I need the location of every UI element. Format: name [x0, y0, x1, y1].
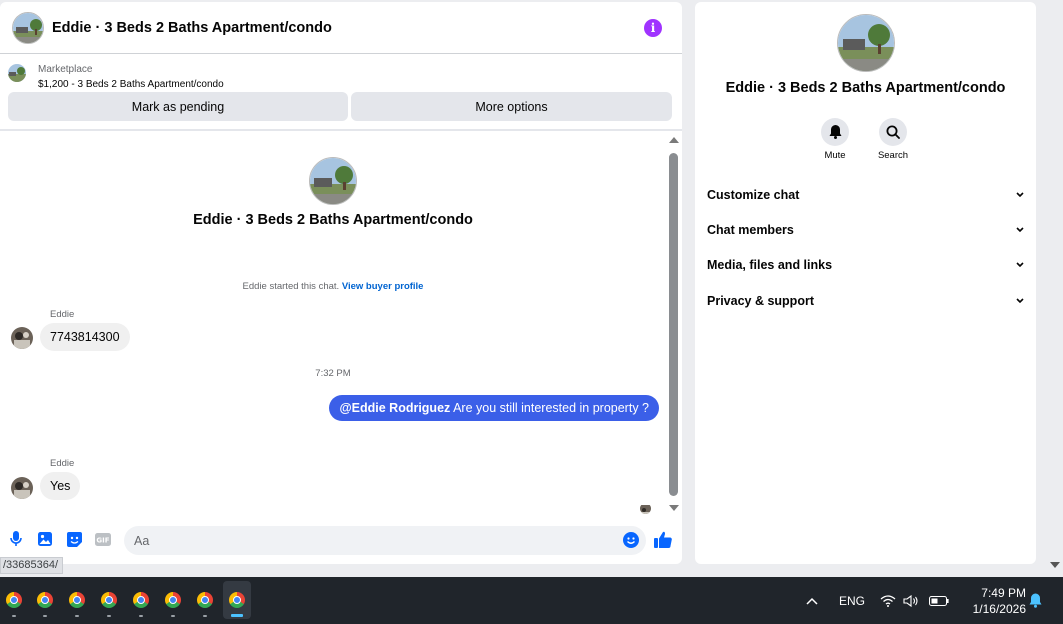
message-bubble-incoming[interactable]: 7743814300: [40, 323, 130, 351]
message-text: Are you still interested in property ?: [450, 401, 649, 415]
emoji-icon[interactable]: [623, 532, 639, 548]
taskbar-chrome-window[interactable]: [63, 581, 91, 619]
listing-actions: Mark as pending More options: [0, 92, 682, 121]
chrome-icon: [37, 592, 53, 608]
taskbar-chrome-window[interactable]: [191, 581, 219, 619]
section-privacy-support[interactable]: Privacy & support: [707, 289, 1025, 313]
section-media-files-links[interactable]: Media, files and links: [707, 253, 1025, 277]
message-timestamp: 7:32 PM: [315, 368, 351, 379]
show-hidden-icons-chevron-up-icon[interactable]: [806, 577, 818, 624]
taskbar-chrome-window-active[interactable]: [223, 581, 251, 619]
section-label: Media, files and links: [707, 258, 833, 272]
listing-avatar[interactable]: [12, 11, 44, 44]
section-customize-chat[interactable]: Customize chat: [707, 183, 1025, 207]
listing-summary[interactable]: Marketplace $1,200 - 3 Beds 2 Baths Apar…: [0, 54, 682, 92]
thread-scrollbar[interactable]: [666, 131, 682, 519]
microphone-icon[interactable]: [7, 530, 25, 548]
scroll-down-arrow[interactable]: [669, 505, 679, 511]
search-label: Search: [877, 150, 909, 161]
gif-icon[interactable]: GIF: [94, 530, 112, 548]
message-input[interactable]: [124, 526, 646, 555]
page-scroll-down-arrow[interactable]: [1050, 562, 1060, 568]
taskbar-chrome-window[interactable]: [31, 581, 59, 619]
chat-title: Eddie · 3 Beds 2 Baths Apartment/condo: [52, 19, 332, 36]
sender-name: Eddie: [50, 309, 75, 320]
info-title: Eddie · 3 Beds 2 Baths Apartment/condo: [725, 80, 1006, 96]
message-bubble-incoming[interactable]: Yes: [40, 472, 81, 500]
message-bubble-outgoing[interactable]: @Eddie Rodriguez Are you still intereste…: [329, 395, 659, 421]
mute-button[interactable]: Mute: [805, 118, 865, 161]
chevron-down-icon: [1015, 190, 1025, 200]
chat-header: Eddie · 3 Beds 2 Baths Apartment/condo i: [0, 2, 682, 54]
view-buyer-profile-link[interactable]: View buyer profile: [342, 281, 424, 292]
svg-text:GIF: GIF: [96, 536, 109, 544]
bell-icon: [821, 118, 849, 146]
section-chat-members[interactable]: Chat members: [707, 218, 1025, 242]
chevron-down-icon: [1015, 225, 1025, 235]
chrome-icon: [101, 592, 117, 608]
message-composer: GIF: [0, 522, 682, 558]
section-label: Chat members: [707, 223, 794, 237]
more-options-button[interactable]: More options: [351, 92, 672, 121]
mention[interactable]: @Eddie Rodriguez: [339, 401, 450, 415]
system-clock[interactable]: 7:49 PM 1/16/2026: [960, 585, 1026, 617]
avatar[interactable]: [11, 477, 33, 499]
section-label: Customize chat: [707, 188, 800, 202]
language-indicator[interactable]: ENG: [839, 577, 865, 624]
mute-label: Mute: [824, 150, 846, 161]
volume-icon[interactable]: [903, 577, 919, 624]
intro-note-text: Eddie started this chat.: [242, 281, 340, 292]
taskbar-chrome-window[interactable]: [0, 581, 28, 619]
chat-info-panel: Eddie · 3 Beds 2 Baths Apartment/condo M…: [695, 2, 1036, 564]
listing-thumbnail: [8, 64, 26, 82]
battery-icon[interactable]: [929, 577, 949, 624]
scroll-up-arrow[interactable]: [669, 137, 679, 143]
status-url: /33685364/: [0, 557, 64, 574]
chrome-icon: [133, 592, 149, 608]
mark-as-pending-button[interactable]: Mark as pending: [8, 92, 348, 121]
intro-title: Eddie · 3 Beds 2 Baths Apartment/condo: [193, 212, 473, 228]
info-avatar[interactable]: [837, 14, 895, 72]
scroll-thumb[interactable]: [669, 153, 678, 496]
chrome-icon: [165, 592, 181, 608]
taskbar: ENG 7:49 PM 1/16/2026: [0, 577, 1063, 624]
listing-source: Marketplace: [38, 64, 93, 75]
search-icon: [879, 118, 907, 146]
info-icon[interactable]: i: [644, 18, 662, 37]
taskbar-chrome-window[interactable]: [127, 581, 155, 619]
chrome-icon: [69, 592, 85, 608]
chevron-down-icon: [1015, 260, 1025, 270]
search-button[interactable]: Search: [863, 118, 923, 161]
notification-bell-icon[interactable]: [1029, 577, 1042, 624]
chrome-icon: [229, 592, 245, 608]
clock-time: 7:49 PM: [981, 586, 1026, 600]
sticker-icon[interactable]: [65, 530, 83, 548]
taskbar-chrome-window[interactable]: [95, 581, 123, 619]
clock-date: 1/16/2026: [972, 602, 1026, 616]
wifi-icon[interactable]: [880, 577, 896, 624]
section-label: Privacy & support: [707, 294, 814, 308]
like-icon[interactable]: [654, 530, 672, 548]
sender-name: Eddie: [50, 458, 75, 469]
photo-icon[interactable]: [36, 530, 54, 548]
message-thread: Eddie · 3 Beds 2 Baths Apartment/condo E…: [0, 131, 666, 519]
seen-indicator-avatar: [640, 503, 651, 514]
listing-detail: $1,200 - 3 Beds 2 Baths Apartment/condo: [38, 79, 224, 90]
chrome-icon: [6, 592, 22, 608]
avatar[interactable]: [11, 327, 33, 349]
taskbar-chrome-window[interactable]: [159, 581, 187, 619]
chevron-down-icon: [1015, 296, 1025, 306]
intro-note: Eddie started this chat. View buyer prof…: [0, 281, 666, 292]
chrome-icon: [197, 592, 213, 608]
intro-avatar: [309, 157, 357, 205]
